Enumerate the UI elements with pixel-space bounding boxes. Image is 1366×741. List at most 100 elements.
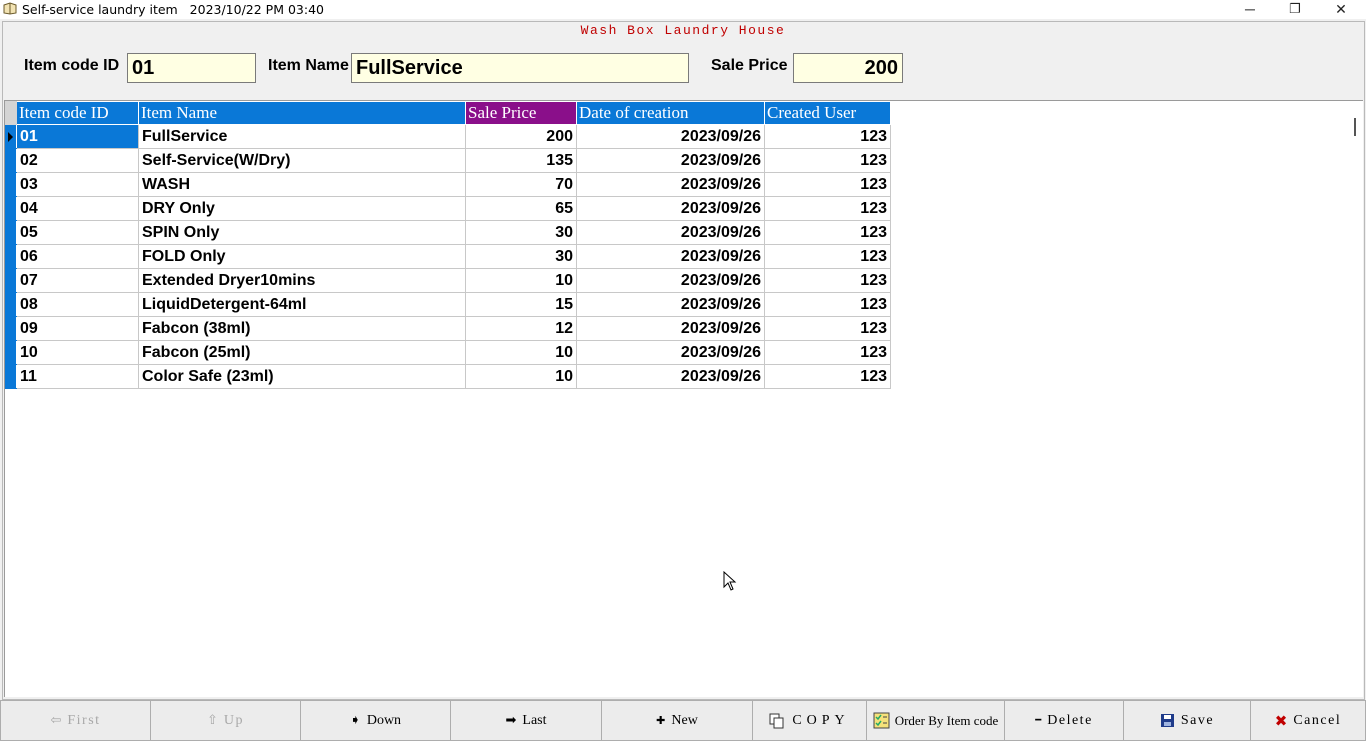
save-button[interactable]: Save bbox=[1123, 700, 1251, 741]
item-code-cell[interactable]: 11 bbox=[16, 364, 139, 389]
item-name-cell[interactable]: Self-Service(W/Dry) bbox=[138, 148, 466, 173]
date-cell[interactable]: 2023/09/26 bbox=[576, 340, 765, 365]
row-selector[interactable] bbox=[5, 268, 17, 293]
item-code-cell[interactable]: 05 bbox=[16, 220, 139, 245]
date-cell[interactable]: 2023/09/26 bbox=[576, 220, 765, 245]
date-cell[interactable]: 2023/09/26 bbox=[576, 148, 765, 173]
item-name-cell[interactable]: FOLD Only bbox=[138, 244, 466, 269]
sale-price-cell[interactable]: 65 bbox=[465, 196, 577, 221]
item-code-cell[interactable]: 04 bbox=[16, 196, 139, 221]
item-name-cell[interactable]: LiquidDetergent-64ml bbox=[138, 292, 466, 317]
date-cell[interactable]: 2023/09/26 bbox=[576, 316, 765, 341]
created-user-cell[interactable]: 123 bbox=[764, 148, 891, 173]
created-user-cell[interactable]: 123 bbox=[764, 220, 891, 245]
created-user-cell[interactable]: 123 bbox=[764, 172, 891, 197]
row-selector[interactable] bbox=[5, 196, 17, 221]
up-button[interactable]: ⇧ Up bbox=[150, 700, 301, 741]
row-selector[interactable] bbox=[5, 292, 17, 317]
row-selector[interactable] bbox=[5, 244, 17, 269]
order-by-item-code-button[interactable]: Order By Item code bbox=[866, 700, 1005, 741]
item-code-cell[interactable]: 10 bbox=[16, 340, 139, 365]
new-button[interactable]: ✚ New bbox=[601, 700, 753, 741]
table-row[interactable]: 06 FOLD Only 30 2023/09/26 123 bbox=[5, 244, 891, 269]
date-cell[interactable]: 2023/09/26 bbox=[576, 244, 765, 269]
table-row[interactable]: 07 Extended Dryer10mins 10 2023/09/26 123 bbox=[5, 268, 891, 293]
first-button[interactable]: ⇦ First bbox=[0, 700, 151, 741]
sale-price-cell[interactable]: 200 bbox=[465, 124, 577, 149]
sale-price-cell[interactable]: 12 bbox=[465, 316, 577, 341]
item-name-cell[interactable]: Extended Dryer10mins bbox=[138, 268, 466, 293]
item-code-cell[interactable]: 01 bbox=[16, 124, 139, 149]
row-selector[interactable] bbox=[5, 124, 17, 149]
scrollbar-thumb[interactable] bbox=[1354, 118, 1356, 136]
sale-price-cell[interactable]: 135 bbox=[465, 148, 577, 173]
table-row[interactable]: 10 Fabcon (25ml) 10 2023/09/26 123 bbox=[5, 340, 891, 365]
column-header-item-code[interactable]: Item code ID bbox=[16, 101, 139, 125]
down-button[interactable]: ➧ Down bbox=[300, 700, 451, 741]
created-user-cell[interactable]: 123 bbox=[764, 244, 891, 269]
date-cell[interactable]: 2023/09/26 bbox=[576, 196, 765, 221]
close-button[interactable]: ✕ bbox=[1318, 0, 1364, 19]
created-user-cell[interactable]: 123 bbox=[764, 268, 891, 293]
created-user-cell[interactable]: 123 bbox=[764, 340, 891, 365]
last-button[interactable]: ➡ Last bbox=[450, 700, 602, 741]
created-user-cell[interactable]: 123 bbox=[764, 124, 891, 149]
table-row[interactable]: 01 FullService 200 2023/09/26 123 bbox=[5, 124, 891, 149]
row-selector[interactable] bbox=[5, 340, 17, 365]
sale-price-cell[interactable]: 10 bbox=[465, 364, 577, 389]
row-selector[interactable] bbox=[5, 172, 17, 197]
item-name-cell[interactable]: FullService bbox=[138, 124, 466, 149]
vertical-scrollbar[interactable] bbox=[1346, 101, 1363, 697]
item-name-cell[interactable]: DRY Only bbox=[138, 196, 466, 221]
sale-price-cell[interactable]: 70 bbox=[465, 172, 577, 197]
copy-button[interactable]: COPY bbox=[752, 700, 867, 741]
date-cell[interactable]: 2023/09/26 bbox=[576, 172, 765, 197]
item-code-cell[interactable]: 09 bbox=[16, 316, 139, 341]
column-header-sale-price[interactable]: Sale Price bbox=[465, 101, 577, 125]
item-code-cell[interactable]: 02 bbox=[16, 148, 139, 173]
item-name-input[interactable]: FullService bbox=[351, 53, 689, 83]
item-name-cell[interactable]: Color Safe (23ml) bbox=[138, 364, 466, 389]
item-code-cell[interactable]: 03 bbox=[16, 172, 139, 197]
item-name-cell[interactable]: Fabcon (38ml) bbox=[138, 316, 466, 341]
table-row[interactable]: 09 Fabcon (38ml) 12 2023/09/26 123 bbox=[5, 316, 891, 341]
row-selector[interactable] bbox=[5, 316, 17, 341]
table-row[interactable]: 04 DRY Only 65 2023/09/26 123 bbox=[5, 196, 891, 221]
created-user-cell[interactable]: 123 bbox=[764, 316, 891, 341]
table-row[interactable]: 05 SPIN Only 30 2023/09/26 123 bbox=[5, 220, 891, 245]
column-header-date-of-creation[interactable]: Date of creation bbox=[576, 101, 765, 125]
row-selector[interactable] bbox=[5, 364, 17, 389]
sale-price-cell[interactable]: 10 bbox=[465, 268, 577, 293]
maximize-button[interactable]: ❐ bbox=[1272, 0, 1318, 19]
items-grid[interactable]: Item code ID Item Name Sale Price Date o… bbox=[4, 100, 1363, 697]
sale-price-input[interactable]: 200 bbox=[793, 53, 903, 83]
sale-price-cell[interactable]: 15 bbox=[465, 292, 577, 317]
item-code-cell[interactable]: 06 bbox=[16, 244, 139, 269]
item-name-cell[interactable]: WASH bbox=[138, 172, 466, 197]
date-cell[interactable]: 2023/09/26 bbox=[576, 364, 765, 389]
date-cell[interactable]: 2023/09/26 bbox=[576, 292, 765, 317]
minimize-button[interactable]: ─ bbox=[1227, 0, 1273, 19]
date-cell[interactable]: 2023/09/26 bbox=[576, 124, 765, 149]
row-selector[interactable] bbox=[5, 220, 17, 245]
sale-price-cell[interactable]: 10 bbox=[465, 340, 577, 365]
created-user-cell[interactable]: 123 bbox=[764, 196, 891, 221]
table-row[interactable]: 02 Self-Service(W/Dry) 135 2023/09/26 123 bbox=[5, 148, 891, 173]
item-name-cell[interactable]: SPIN Only bbox=[138, 220, 466, 245]
item-name-cell[interactable]: Fabcon (25ml) bbox=[138, 340, 466, 365]
row-selector[interactable] bbox=[5, 148, 17, 173]
table-row[interactable]: 08 LiquidDetergent-64ml 15 2023/09/26 123 bbox=[5, 292, 891, 317]
created-user-cell[interactable]: 123 bbox=[764, 292, 891, 317]
column-header-created-user[interactable]: Created User bbox=[764, 101, 891, 125]
column-header-item-name[interactable]: Item Name bbox=[138, 101, 466, 125]
table-row[interactable]: 11 Color Safe (23ml) 10 2023/09/26 123 bbox=[5, 364, 891, 389]
created-user-cell[interactable]: 123 bbox=[764, 364, 891, 389]
item-code-input[interactable]: 01 bbox=[127, 53, 256, 83]
item-code-cell[interactable]: 07 bbox=[16, 268, 139, 293]
sale-price-cell[interactable]: 30 bbox=[465, 244, 577, 269]
date-cell[interactable]: 2023/09/26 bbox=[576, 268, 765, 293]
cancel-button[interactable]: ✖ Cancel bbox=[1250, 700, 1366, 741]
sale-price-cell[interactable]: 30 bbox=[465, 220, 577, 245]
item-code-cell[interactable]: 08 bbox=[16, 292, 139, 317]
delete-button[interactable]: ━ Delete bbox=[1004, 700, 1124, 741]
